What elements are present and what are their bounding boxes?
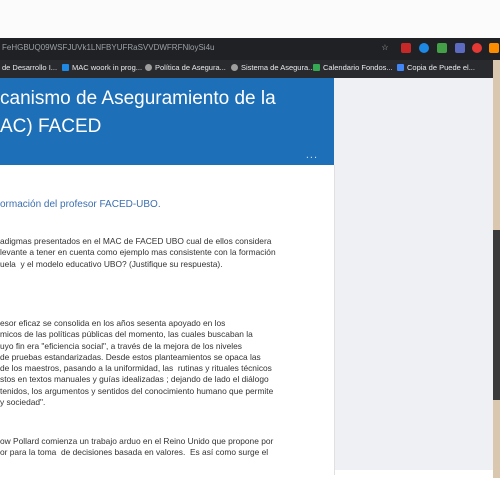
form-content: ormación del profesor FACED-UBO. adigmas… <box>0 165 335 475</box>
bookmark-favicon <box>62 64 69 71</box>
section-title: ormación del profesor FACED-UBO. <box>0 199 161 210</box>
url-text[interactable]: FeHGBUQ09WSFJUVk1LNFBYUFRaSVVDWFRFNloySi… <box>2 43 214 52</box>
bookmark-item[interactable]: MAC woork in prog... <box>62 63 142 72</box>
webcam-edge-dark <box>493 230 500 400</box>
bookmark-item[interactable]: Política de Asegura... <box>145 63 226 72</box>
extension-icon[interactable] <box>455 43 465 53</box>
extension-icon[interactable] <box>401 43 411 53</box>
more-options-icon[interactable]: ... <box>306 149 318 161</box>
docs-icon <box>397 64 404 71</box>
extension-icon[interactable] <box>419 43 429 53</box>
right-side-panel <box>334 78 495 470</box>
globe-icon <box>231 64 238 71</box>
question-text: adigmas presentados en el MAC de FACED U… <box>0 236 276 269</box>
top-blank-area <box>0 0 500 38</box>
bookmark-item[interactable]: de Desarrollo I... <box>2 63 57 72</box>
answer-paragraph[interactable]: esor eficaz se consolida en los años ses… <box>0 318 273 408</box>
form-title: canismo de Aseguramiento de la AC) FACED <box>0 88 276 137</box>
bottom-blank-area <box>0 478 500 500</box>
extension-icon[interactable] <box>472 43 482 53</box>
star-icon[interactable]: ☆ <box>380 43 390 53</box>
extension-icon[interactable] <box>437 43 447 53</box>
answer-paragraph[interactable]: ow Pollard comienza un trabajo arduo en … <box>0 436 273 459</box>
globe-icon <box>145 64 152 71</box>
bookmark-item[interactable]: Calendario Fondos... <box>313 63 393 72</box>
bookmark-item[interactable]: Sistema de Asegura... <box>231 63 314 72</box>
bookmarks-bar: de Desarrollo I... MAC woork in prog... … <box>0 60 500 78</box>
form-header: canismo de Aseguramiento de la AC) FACED… <box>0 78 334 165</box>
sheets-icon <box>313 64 320 71</box>
bookmark-item[interactable]: Copia de Puede el... <box>397 63 475 72</box>
browser-address-bar[interactable]: FeHGBUQ09WSFJUVk1LNFBYUFRaSVVDWFRFNloySi… <box>0 38 500 60</box>
extension-icon[interactable] <box>489 43 499 53</box>
